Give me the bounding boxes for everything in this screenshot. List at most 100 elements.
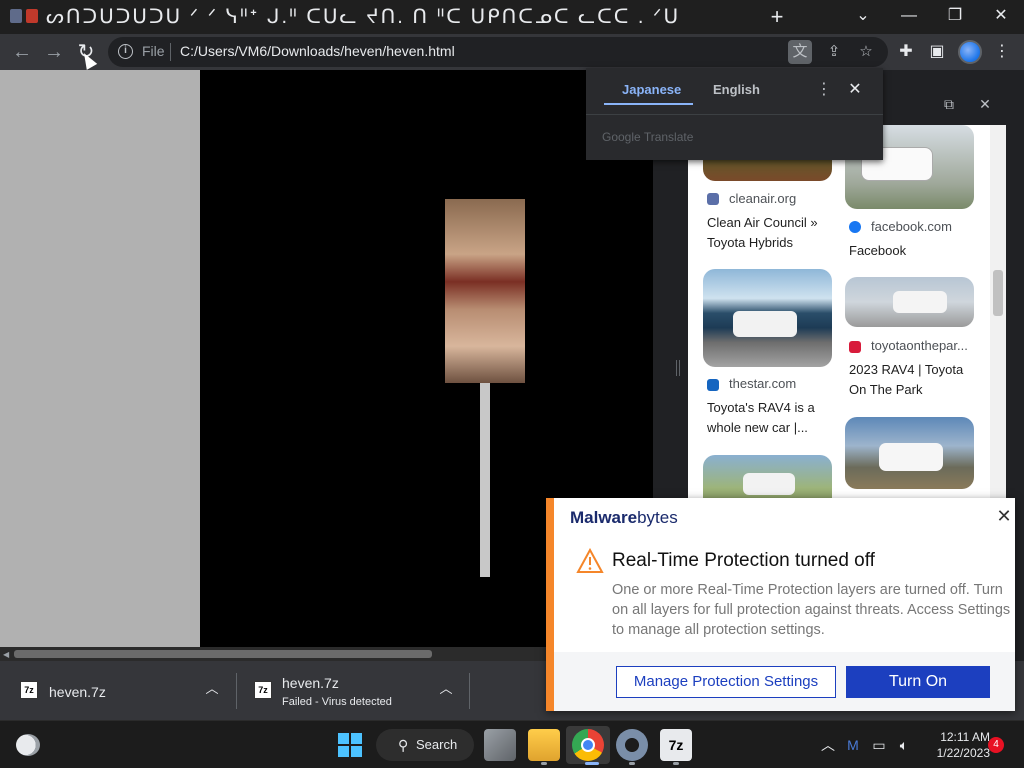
search-icon: ⚲ <box>398 737 409 753</box>
car-shape <box>879 443 943 471</box>
volume-icon[interactable]: 🔈︎ <box>894 735 914 755</box>
search-label: Search <box>416 737 458 752</box>
side-panel-close-icon[interactable]: ✕ <box>975 94 995 114</box>
result-title[interactable]: Clean Air Council » Toyota Hybrids <box>707 213 832 253</box>
google-translate-logo: Google Translate <box>602 130 694 144</box>
download-name: heven.7z <box>49 684 106 700</box>
result-image[interactable] <box>703 455 832 498</box>
notification-badge[interactable]: 4 <box>988 737 1004 753</box>
download-item[interactable]: 7z heven.7z ︿ <box>0 661 236 720</box>
translate-close-icon[interactable]: ✕ <box>846 80 864 100</box>
network-icon[interactable]: ▭ <box>869 735 889 755</box>
site-info-icon[interactable]: i <box>118 44 133 59</box>
back-button[interactable]: ← <box>8 38 36 66</box>
download-status: Failed - Virus detected <box>282 696 392 708</box>
toast-body: One or more Real-Time Protection layers … <box>612 582 1011 638</box>
translate-icon[interactable]: 文 <box>788 40 812 64</box>
settings-gear-icon[interactable] <box>616 729 648 761</box>
toast-close-icon[interactable]: ✕ <box>994 506 1014 526</box>
malwarebytes-logo: Malwarebytes <box>570 508 678 527</box>
tab-list-icon[interactable] <box>10 9 22 23</box>
results-scroll-thumb[interactable] <box>993 270 1003 316</box>
favicon-icon <box>26 9 38 23</box>
download-item[interactable]: 7z heven.7z Failed - Virus detected ︿ <box>237 661 469 720</box>
toyota-favicon-icon <box>849 341 861 353</box>
result-source[interactable]: thestar.com <box>729 376 796 391</box>
divider <box>170 43 171 61</box>
car-shape <box>893 291 947 313</box>
facebook-favicon-icon <box>849 221 861 233</box>
menu-icon[interactable]: ⋮ <box>988 38 1016 66</box>
chrome-center-icon <box>581 738 595 752</box>
car-shape <box>733 311 797 337</box>
running-indicator <box>585 762 599 765</box>
translate-options-icon[interactable]: ⋮ <box>816 80 832 100</box>
result-source[interactable]: toyotaonthepar... <box>871 338 968 353</box>
7zip-icon[interactable]: 7z <box>660 729 692 761</box>
scroll-left-icon[interactable]: ◀ <box>3 650 9 659</box>
file-explorer-icon[interactable] <box>528 729 560 761</box>
result-title[interactable]: Facebook <box>849 241 974 261</box>
image-results: cleanair.org Clean Air Council » Toyota … <box>688 125 990 498</box>
taskbar: ⚲ Search 7z ︿ M ▭ 🔈︎ 12:11 AM 1/22/2023 … <box>0 720 1024 768</box>
side-panel-icon[interactable]: ▣ <box>923 38 951 66</box>
weather-widget-icon[interactable] <box>16 734 40 756</box>
result-source[interactable]: cleanair.org <box>729 191 796 206</box>
left-gray-column <box>0 70 200 647</box>
share-icon[interactable]: ⇪ <box>822 40 846 64</box>
tab-strip: ᔕᑎᑐᑌᑐᑌᑐᑌ ᐟ ᐟ ᓭᐦᐩ ᒍ.ᐦ ᑕᑌᓚ ᔪᑎ. ᑎ ᐦᑕ ᑌᑭᑎᑕᓄᑕ… <box>0 0 1024 34</box>
profile-avatar[interactable] <box>958 40 982 64</box>
running-indicator <box>673 762 679 765</box>
bookmark-star-icon[interactable]: ☆ <box>854 40 878 64</box>
result-source[interactable]: facebook.com <box>871 219 952 234</box>
clock-date: 1/22/2023 <box>936 746 990 760</box>
translate-popup: Japanese English ⋮ ✕ Google Translate <box>586 68 883 160</box>
chrome-icon[interactable] <box>572 729 604 761</box>
cleanair-favicon-icon <box>707 193 719 205</box>
turn-on-button[interactable]: Turn On <box>846 666 990 698</box>
tab-english[interactable]: English <box>713 82 760 97</box>
hscroll-thumb[interactable] <box>14 650 432 658</box>
7z-file-icon: 7z <box>20 681 38 699</box>
warning-icon <box>576 548 604 573</box>
clock[interactable]: 12:11 AM 1/22/2023 <box>920 729 990 761</box>
resize-handle-icon[interactable] <box>676 360 680 376</box>
tab-japanese[interactable]: Japanese <box>622 82 681 97</box>
new-tab-button[interactable]: + <box>764 4 790 30</box>
scheme-label: File <box>142 43 165 59</box>
task-view-icon[interactable] <box>484 729 516 761</box>
result-title[interactable]: 2023 RAV4 | Toyota On The Park <box>849 360 974 400</box>
restore-button[interactable]: ❐ <box>935 2 975 30</box>
manage-protection-settings-button[interactable]: Manage Protection Settings <box>616 666 836 698</box>
active-tab-indicator <box>604 103 693 105</box>
browser-toolbar: ← → ↻ i File C:/Users/VM6/Downloads/heve… <box>0 34 1024 70</box>
result-image[interactable] <box>703 269 832 367</box>
minimize-button[interactable]: — <box>889 2 929 30</box>
url-text[interactable]: C:/Users/VM6/Downloads/heven/heven.html <box>180 43 455 59</box>
page-bar <box>480 383 490 577</box>
running-indicator <box>629 762 635 765</box>
chevron-up-icon[interactable]: ︿ <box>202 679 222 699</box>
result-title[interactable]: Toyota's RAV4 is a whole new car |... <box>707 398 832 438</box>
toast-footer: Manage Protection Settings Turn On <box>554 652 1015 711</box>
desktop-screen: ᔕᑎᑐᑌᑐᑌᑐᑌ ᐟ ᐟ ᓭᐦᐩ ᒍ.ᐦ ᑕᑌᓚ ᔪᑎ. ᑎ ᐦᑕ ᑌᑭᑎᑕᓄᑕ… <box>0 0 1024 768</box>
tab-title[interactable]: ᔕᑎᑐᑌᑐᑌᑐᑌ ᐟ ᐟ ᓭᐦᐩ ᒍ.ᐦ ᑕᑌᓚ ᔪᑎ. ᑎ ᐦᑕ ᑌᑭᑎᑕᓄᑕ… <box>46 4 766 30</box>
address-bar[interactable]: i File C:/Users/VM6/Downloads/heven/heve… <box>108 37 888 67</box>
thestar-favicon-icon <box>707 379 719 391</box>
result-image[interactable] <box>845 277 974 327</box>
running-indicator <box>541 762 547 765</box>
chevron-up-icon[interactable]: ︿ <box>436 679 456 699</box>
forward-button[interactable]: → <box>40 38 68 66</box>
result-image[interactable] <box>845 417 974 489</box>
taskbar-search[interactable]: ⚲ Search <box>376 729 474 761</box>
toast-title: Real-Time Protection turned off <box>612 550 875 571</box>
start-icon[interactable] <box>338 733 362 757</box>
malwarebytes-tray-icon[interactable]: M <box>843 735 863 755</box>
close-window-button[interactable]: ✕ <box>981 2 1021 30</box>
car-shape <box>743 473 795 495</box>
open-in-new-tab-icon[interactable]: ⧉ <box>939 94 959 114</box>
extensions-icon[interactable]: ✚ <box>892 38 920 66</box>
tray-overflow-icon[interactable]: ︿ <box>818 735 838 755</box>
tab-search-icon[interactable]: ⌄ <box>843 2 883 30</box>
download-name: heven.7z <box>282 675 339 691</box>
